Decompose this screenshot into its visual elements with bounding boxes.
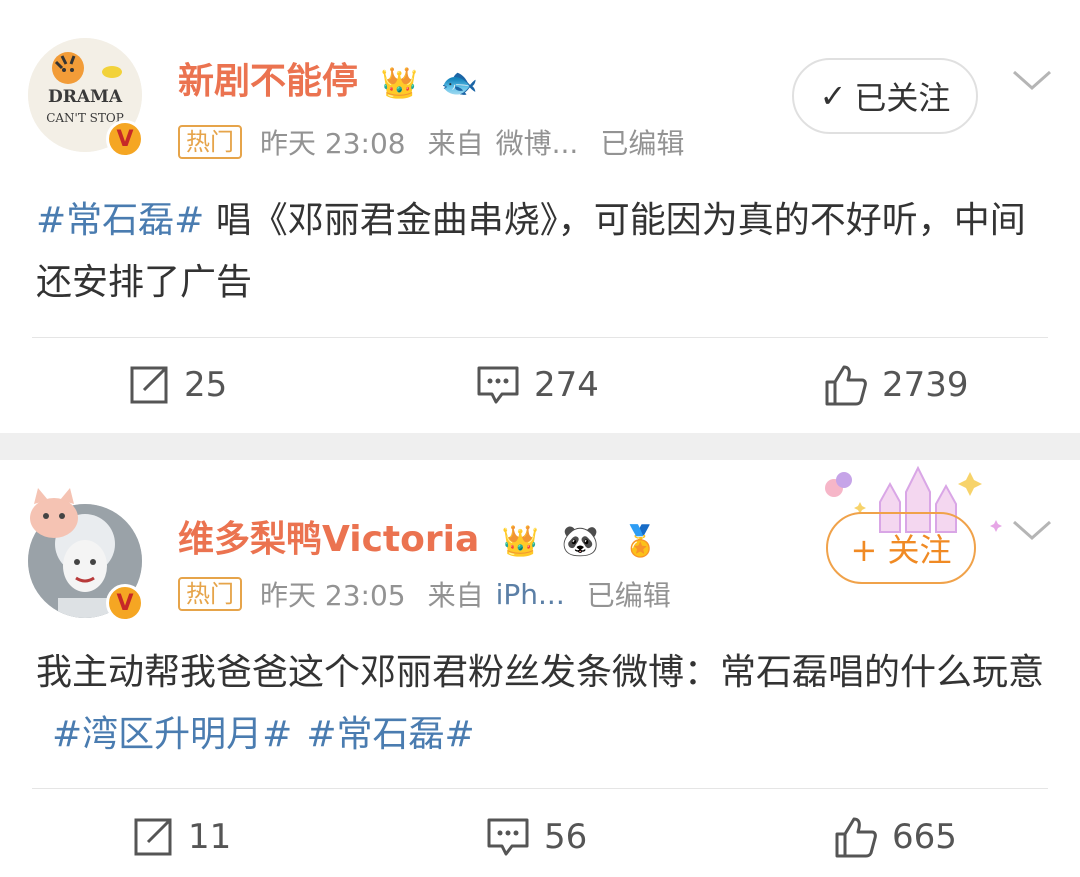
comment-icon [477, 366, 519, 404]
username[interactable]: 维多梨鸭Victoria 👑 🐼 🏅 [178, 510, 659, 562]
post-content: #常石磊# 唱《邓丽君金曲串烧》，可能因为真的不好听，中间还安排了广告 [36, 190, 1056, 314]
repost-button[interactable]: 25 [128, 364, 227, 406]
repost-count: 11 [188, 817, 232, 857]
repost-icon [130, 366, 168, 404]
post-time: 昨天 23:05 [260, 579, 406, 612]
hot-badge: 热门 [178, 125, 242, 159]
username[interactable]: 新剧不能停 👑 🐟 [178, 52, 478, 104]
following-label: 已关注 [854, 79, 951, 117]
comment-button[interactable]: 56 [486, 816, 587, 858]
like-button[interactable]: 2739 [824, 364, 969, 406]
follow-button[interactable]: + 关注 [826, 512, 976, 584]
fish-badge-icon: 🐟 [440, 65, 478, 101]
hashtag-link[interactable]: #常石磊# [306, 714, 474, 755]
like-count: 665 [892, 817, 957, 857]
check-icon: ✓ [819, 77, 847, 115]
username-text[interactable]: 维多梨鸭Victoria [178, 519, 479, 560]
comment-count: 274 [534, 365, 599, 405]
post-text: 我主动帮我爸爸这个邓丽君粉丝发条微博：常石磊唱的什么玩意 [36, 652, 1045, 693]
post-content: 我主动帮我爸爸这个邓丽君粉丝发条微博：常石磊唱的什么玩意 #湾区升明月# #常石磊… [36, 642, 1056, 766]
svg-text:DRAMA: DRAMA [48, 87, 123, 107]
following-button[interactable]: ✓ 已关注 [792, 58, 978, 134]
cat-mascot-icon [30, 488, 78, 538]
chevron-down-icon[interactable] [1012, 518, 1052, 542]
hashtag-link[interactable]: #湾区升明月# [52, 714, 292, 755]
post-source[interactable]: 微博... [496, 122, 579, 162]
username-text[interactable]: 新剧不能停 [178, 61, 358, 102]
post-source[interactable]: iPh... [496, 578, 565, 611]
comment-icon [487, 818, 529, 856]
panda-badge-icon: 🐼 [561, 523, 600, 559]
source-prefix: 来自 [427, 579, 484, 612]
divider [32, 337, 1048, 338]
crown-member-icon: 👑 [501, 523, 540, 559]
like-count: 2739 [882, 365, 969, 405]
follow-label: + 关注 [850, 531, 952, 569]
post-time: 昨天 23:08 [260, 127, 406, 160]
medal-badge-icon: 🏅 [621, 523, 659, 559]
hot-badge: 热门 [178, 577, 242, 611]
repost-button[interactable]: 11 [132, 816, 231, 858]
crown-member-icon: 👑 [380, 65, 418, 101]
edited-label: 已编辑 [586, 579, 671, 612]
chevron-down-icon[interactable] [1012, 68, 1052, 92]
weibo-post: DRAMA CAN'T STOP V 新剧不能停 👑 🐟 热门 昨天 23:08… [0, 0, 1080, 433]
action-bar: 11 56 665 [0, 806, 1080, 866]
divider [32, 788, 1048, 789]
verified-badge-icon: V [106, 584, 144, 622]
weibo-post: V 维多梨鸭Victoria 👑 🐼 🏅 热门 昨天 23:05 来自 iPh.… [0, 460, 1080, 877]
action-bar: 25 274 2739 [0, 356, 1080, 416]
comment-button[interactable]: 274 [476, 364, 599, 406]
thumbs-up-icon [825, 365, 867, 406]
comment-count: 56 [544, 817, 588, 857]
verified-badge-icon: V [106, 120, 144, 158]
repost-icon [134, 818, 172, 856]
svg-text:CAN'T STOP: CAN'T STOP [46, 111, 124, 125]
thumbs-up-icon [835, 817, 877, 858]
edited-label: 已编辑 [600, 127, 685, 160]
hashtag-link[interactable]: #常石磊# [36, 200, 204, 241]
like-button[interactable]: 665 [834, 816, 957, 858]
post-meta: 热门 昨天 23:05 来自 iPh... 已编辑 [178, 574, 671, 614]
post-meta: 热门 昨天 23:08 来自 微博... 已编辑 [178, 122, 684, 162]
repost-count: 25 [184, 365, 228, 405]
source-prefix: 来自 [427, 127, 484, 160]
